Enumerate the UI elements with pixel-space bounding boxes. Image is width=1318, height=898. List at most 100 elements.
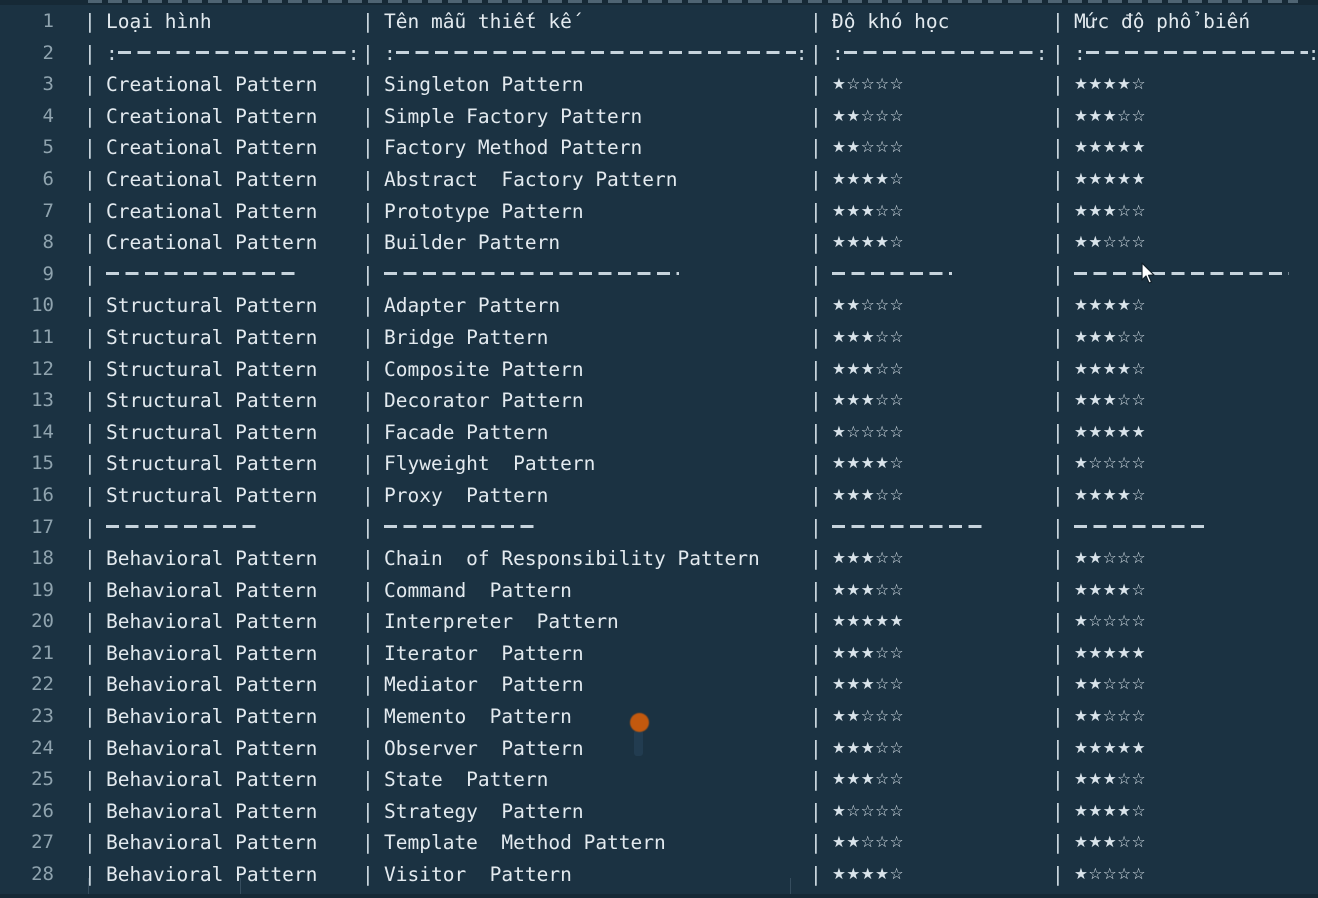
editor-line[interactable]: 10 | Structural Pattern | Adapter Pattern | ★★… — [0, 290, 1318, 322]
editor-line[interactable]: 27 | Behavioral Pattern | Template Method Pa… — [0, 827, 1318, 859]
editor-line[interactable]: 23 | Behavioral Pattern | Memento Pattern | ★★… — [0, 701, 1318, 733]
editor-line[interactable]: 3 | Creational Pattern | Singleton Pattern | ★… — [0, 69, 1318, 101]
cell-pattern-type: Creational Pattern — [106, 73, 318, 97]
table-pipe: | — [84, 10, 96, 33]
dash-rule — [1085, 51, 1308, 55]
line-content: | Structural Pattern | Flyweight Pattern | ★★… — [64, 448, 1318, 480]
cell-pattern-name: Prototype Pattern — [384, 199, 584, 223]
table-pipe: | — [84, 799, 96, 823]
line-content: | Behavioral Pattern | Chain of Responsibil… — [64, 543, 1318, 575]
table-pipe: | — [362, 136, 374, 160]
table-pipe: | — [810, 578, 822, 602]
table-pipe: | — [810, 641, 822, 665]
table-pipe: | — [1052, 768, 1064, 792]
table-pipe: | — [362, 831, 374, 855]
table-pipe: | — [1052, 167, 1064, 191]
editor-line[interactable]: 14 | Structural Pattern | Facade Pattern | ★☆☆… — [0, 417, 1318, 449]
line-number: 25 — [31, 768, 54, 791]
column-rule: :: — [1062, 38, 1318, 70]
align-colon-left: : — [106, 41, 118, 65]
editor-line[interactable]: 4 | Creational Pattern | Simple Factory Patt… — [0, 101, 1318, 133]
editor-line[interactable]: 1 | Loại hình | Tên mẫu thiết kế | Độ khó học |… — [0, 6, 1318, 38]
cell-difficulty-stars: ★★★☆☆ — [832, 770, 904, 789]
header-cell-type: Loại hình — [106, 10, 212, 33]
line-number: 3 — [42, 73, 54, 96]
cell-popularity-stars: ★★★☆☆ — [1074, 770, 1146, 789]
editor-line[interactable]: 21 | Behavioral Pattern | Iterator Pattern | ★… — [0, 638, 1318, 670]
editor-line[interactable]: 24 | Behavioral Pattern | Observer Pattern | ★… — [0, 733, 1318, 765]
editor-line[interactable]: 28 | Behavioral Pattern | Visitor Pattern | ★★… — [0, 859, 1318, 891]
line-content: ||||| — [64, 512, 1318, 544]
cell-pattern-type: Structural Pattern — [106, 420, 318, 444]
table-pipe: | — [810, 673, 822, 697]
editor-line[interactable]: 13 | Structural Pattern | Decorator Pattern |… — [0, 385, 1318, 417]
cell-difficulty-stars: ★★☆☆☆ — [832, 833, 904, 852]
column-rule: :: — [372, 38, 810, 70]
line-number: 12 — [31, 357, 54, 380]
editor-line[interactable]: 19 | Behavioral Pattern | Command Pattern | ★★… — [0, 575, 1318, 607]
table-pipe: | — [1052, 357, 1064, 381]
line-content: | Behavioral Pattern | State Pattern | ★★★☆☆ |… — [64, 764, 1318, 796]
cell-difficulty-stars: ★★☆☆☆ — [832, 296, 904, 315]
line-number: 9 — [42, 262, 54, 285]
editor-line[interactable]: 12 | Structural Pattern | Composite Pattern |… — [0, 354, 1318, 386]
editor-line[interactable]: 6 | Creational Pattern | Abstract Factory Pa… — [0, 164, 1318, 196]
editor-line[interactable]: 5 | Creational Pattern | Factory Method Patt… — [0, 132, 1318, 164]
table-pipe: | — [84, 768, 96, 792]
cell-popularity-stars: ★★★★☆ — [1074, 801, 1146, 820]
table-pipe: | — [810, 136, 822, 160]
table-pipe: | — [1052, 41, 1064, 65]
editor-line[interactable]: 17||||| — [0, 512, 1318, 544]
cell-popularity-stars: ★☆☆☆☆ — [1074, 454, 1146, 473]
editor-line[interactable]: 26 | Behavioral Pattern | Strategy Pattern | ★… — [0, 796, 1318, 828]
editor-line[interactable]: 25 | Behavioral Pattern | State Pattern | ★★★☆… — [0, 764, 1318, 796]
cell-pattern-name: Proxy Pattern — [384, 483, 549, 507]
table-pipe: | — [84, 389, 96, 413]
editor-line[interactable]: 9||||| — [0, 259, 1318, 291]
editor-line[interactable]: 18 | Behavioral Pattern | Chain of Responsib… — [0, 543, 1318, 575]
editor-line[interactable]: 22 | Behavioral Pattern | Mediator Pattern | ★… — [0, 669, 1318, 701]
table-pipe: | — [84, 736, 96, 760]
cell-pattern-name: Strategy Pattern — [384, 799, 584, 823]
editor-line[interactable]: 15 | Structural Pattern | Flyweight Pattern |… — [0, 448, 1318, 480]
line-content: | Structural Pattern | Proxy Pattern | ★★★☆☆ |… — [64, 480, 1318, 512]
cell-difficulty-stars: ★★★☆☆ — [832, 201, 904, 220]
table-pipe: | — [84, 420, 96, 444]
table-pipe: | — [1052, 10, 1064, 33]
line-number: 20 — [31, 610, 54, 633]
cell-pattern-type: Structural Pattern — [106, 357, 318, 381]
line-number: 10 — [31, 294, 54, 317]
table-pipe: | — [1052, 863, 1064, 887]
column-rule — [1062, 512, 1318, 544]
table-pipe: | — [84, 104, 96, 128]
cell-pattern-name: Mediator Pattern — [384, 673, 584, 697]
table-pipe: | — [810, 73, 822, 97]
editor-line[interactable]: 2 |::|::|::|::| — [0, 38, 1318, 70]
editor-line[interactable]: 7 | Creational Pattern | Prototype Pattern | ★… — [0, 196, 1318, 228]
editor-line[interactable]: 20 | Behavioral Pattern | Interpreter Patter… — [0, 606, 1318, 638]
cell-difficulty-stars: ★★★☆☆ — [832, 675, 904, 694]
cell-difficulty-stars: ★★★★☆ — [832, 865, 904, 884]
table-pipe: | — [84, 325, 96, 349]
table-pipe: | — [1052, 420, 1064, 444]
table-pipe: | — [84, 199, 96, 223]
editor-line[interactable]: 11 | Structural Pattern | Bridge Pattern | ★★★… — [0, 322, 1318, 354]
line-content: | Creational Pattern | Factory Method Patte… — [64, 132, 1318, 164]
editor-line[interactable]: 16 | Structural Pattern | Proxy Pattern | ★★★☆… — [0, 480, 1318, 512]
table-pipe: | — [84, 73, 96, 97]
table-pipe: | — [1052, 705, 1064, 729]
table-pipe: | — [810, 705, 822, 729]
annotation-marker-dot — [630, 713, 649, 732]
line-content: | Loại hình | Tên mẫu thiết kế | Độ khó học | M… — [64, 6, 1318, 38]
cell-pattern-name: Memento Pattern — [384, 705, 572, 729]
line-content: | Creational Pattern | Simple Factory Patte… — [64, 101, 1318, 133]
cell-pattern-type: Behavioral Pattern — [106, 705, 318, 729]
table-pipe: | — [1052, 799, 1064, 823]
dash-rule — [106, 272, 301, 276]
cell-difficulty-stars: ★★★★☆ — [832, 169, 904, 188]
table-pipe: | — [810, 610, 822, 634]
editor-line[interactable]: 8 | Creational Pattern | Builder Pattern | ★★★… — [0, 227, 1318, 259]
cell-pattern-name: Interpreter Pattern — [384, 610, 619, 634]
cell-pattern-name: Visitor Pattern — [384, 863, 572, 887]
code-editor[interactable]: 1 | Loại hình | Tên mẫu thiết kế | Độ khó học |… — [0, 0, 1318, 898]
